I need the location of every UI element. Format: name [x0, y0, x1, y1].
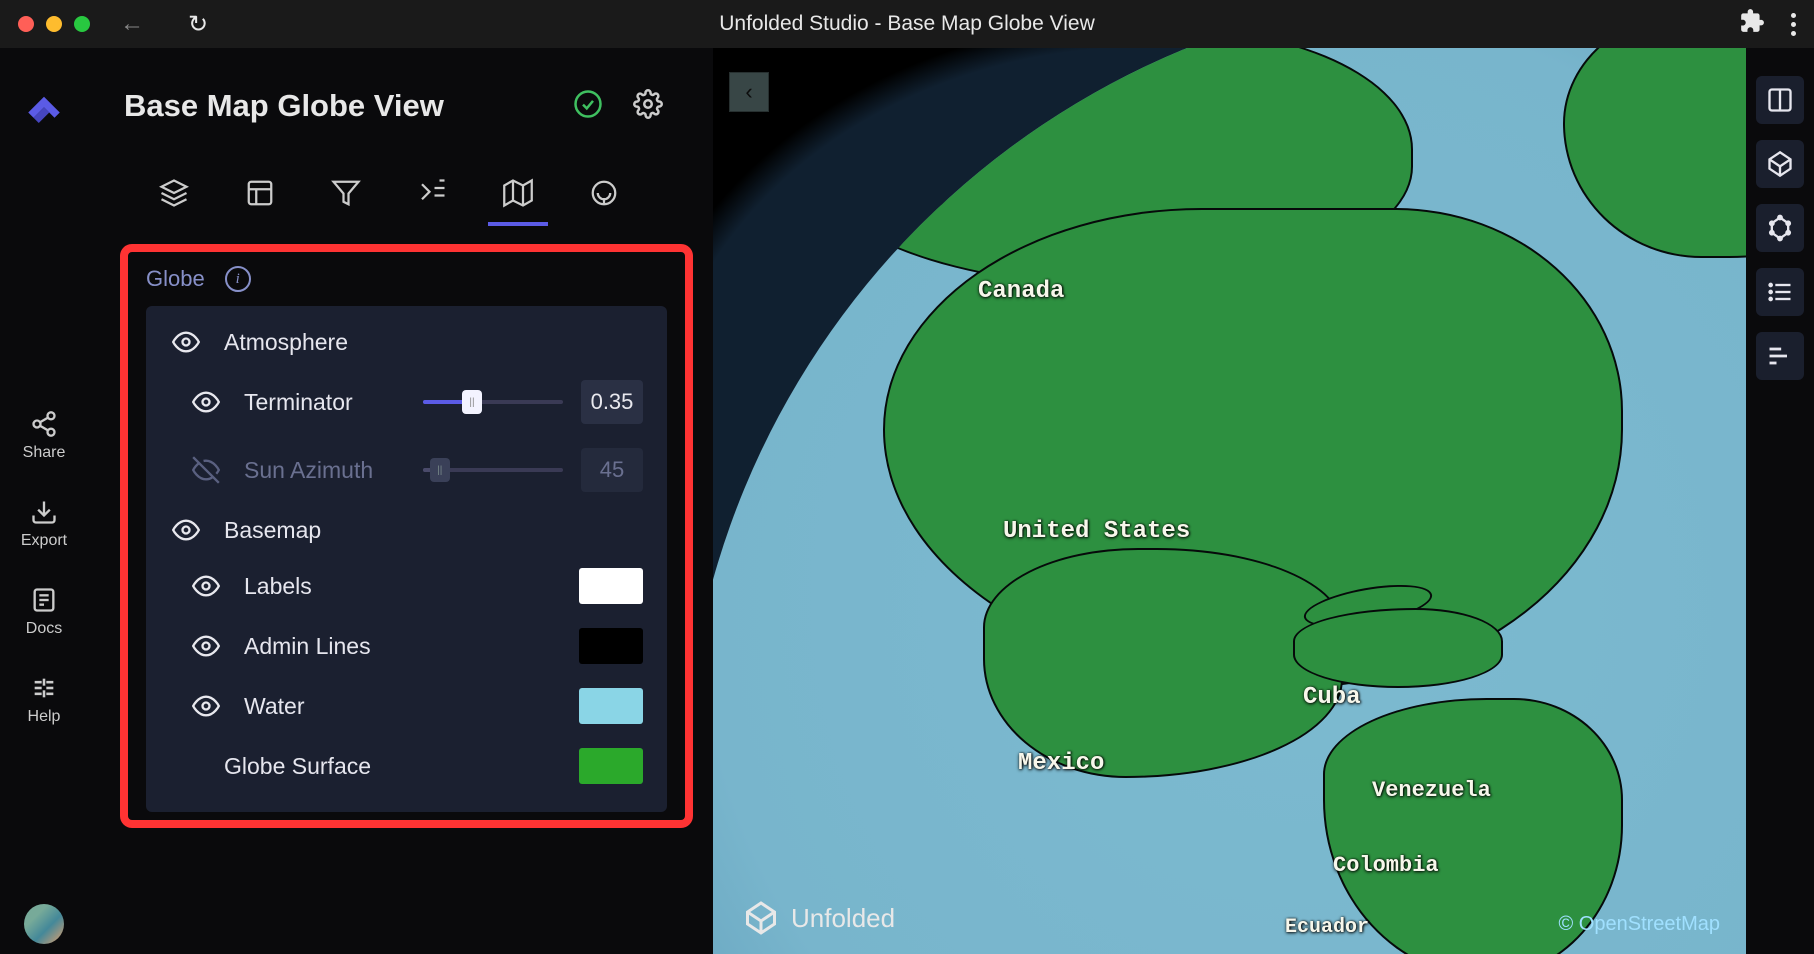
docs-label: Docs — [26, 620, 62, 638]
labels-visibility-toggle[interactable] — [190, 572, 222, 600]
app-body: Share Export Docs Help Base Map Globe Vi… — [0, 48, 1814, 954]
panel-title: Base Map Globe View — [124, 88, 444, 124]
toggle-3d-button[interactable] — [1756, 140, 1804, 188]
info-icon[interactable]: i — [225, 266, 251, 292]
docs-button[interactable]: Docs — [26, 586, 62, 638]
maximize-window-button[interactable] — [74, 16, 90, 32]
side-panel: Base Map Globe View — [88, 48, 713, 954]
status-ok-icon[interactable] — [573, 89, 603, 124]
basemap-visibility-toggle[interactable] — [170, 516, 202, 544]
terminator-label: Terminator — [244, 389, 353, 416]
map-label-canada: Canada — [978, 278, 1064, 305]
water-visibility-toggle[interactable] — [190, 692, 222, 720]
water-label: Water — [244, 693, 305, 720]
tab-columns[interactable] — [242, 172, 278, 214]
labels-color-swatch[interactable] — [579, 568, 643, 604]
reload-button[interactable]: ↻ — [188, 10, 208, 39]
globe-section-header: Globe i — [146, 266, 667, 292]
titlebar: ← ↻ Unfolded Studio - Base Map Globe Vie… — [0, 0, 1814, 48]
labels-row: Labels — [170, 568, 643, 604]
globe-config-card: Atmosphere Terminator || 0.35 — [146, 306, 667, 812]
globe-render — [713, 48, 1746, 954]
map-attribution[interactable]: © OpenStreetMap — [1559, 913, 1720, 936]
tab-filters[interactable] — [328, 172, 364, 214]
tool-tabs — [120, 172, 693, 214]
map-label-cuba: Cuba — [1303, 684, 1361, 711]
back-button[interactable]: ← — [120, 10, 144, 38]
map-viewport[interactable]: Canada United States Mexico Cuba Venezue… — [713, 48, 1746, 954]
sun-azimuth-row: Sun Azimuth || 45 — [170, 448, 643, 492]
water-color-swatch[interactable] — [579, 688, 643, 724]
map-label-ecuador: Ecuador — [1285, 916, 1369, 939]
admin-color-swatch[interactable] — [579, 628, 643, 664]
admin-lines-row: Admin Lines — [170, 628, 643, 664]
help-label: Help — [28, 708, 61, 726]
export-label: Export — [21, 532, 67, 550]
sun-azimuth-visibility-toggle[interactable] — [190, 456, 222, 484]
tab-geocode[interactable] — [586, 172, 622, 214]
terminator-value[interactable]: 0.35 — [581, 380, 643, 424]
right-rail — [1746, 48, 1814, 954]
share-button[interactable]: Share — [23, 410, 66, 462]
tab-layers[interactable] — [156, 172, 192, 214]
icon-rail: Share Export Docs Help — [0, 48, 88, 954]
map-label-us: United States — [1003, 518, 1190, 545]
collapse-panel-button[interactable]: ‹ — [729, 72, 769, 112]
terminator-visibility-toggle[interactable] — [190, 388, 222, 416]
window-title: Unfolded Studio - Base Map Globe View — [719, 12, 1095, 36]
toggle-chart-button[interactable] — [1756, 332, 1804, 380]
terminator-slider[interactable]: || — [423, 400, 563, 404]
window-controls — [18, 16, 90, 32]
docs-icon — [30, 586, 58, 614]
atmosphere-label: Atmosphere — [224, 329, 348, 356]
globe-config-highlight: Globe i Atmosphere Terminator — [120, 244, 693, 828]
panel-header: Base Map Globe View — [120, 88, 693, 124]
browser-nav: ← ↻ — [120, 10, 208, 39]
toggle-dual-map-button[interactable] — [1756, 76, 1804, 124]
close-window-button[interactable] — [18, 16, 34, 32]
globe-section-label: Globe — [146, 266, 205, 292]
sun-azimuth-slider[interactable]: || — [423, 468, 563, 472]
help-button[interactable]: Help — [28, 674, 61, 726]
toggle-legend-button[interactable] — [1756, 268, 1804, 316]
share-label: Share — [23, 444, 66, 462]
atmosphere-row: Atmosphere — [170, 328, 643, 356]
atmosphere-visibility-toggle[interactable] — [170, 328, 202, 356]
map-label-colombia: Colombia — [1333, 853, 1439, 878]
user-avatar[interactable] — [24, 904, 64, 944]
help-icon — [30, 674, 58, 702]
water-row: Water — [170, 688, 643, 724]
map-brand-label: Unfolded — [791, 903, 895, 934]
admin-lines-label: Admin Lines — [244, 633, 371, 660]
sun-azimuth-label: Sun Azimuth — [244, 457, 373, 484]
minimize-window-button[interactable] — [46, 16, 62, 32]
admin-visibility-toggle[interactable] — [190, 632, 222, 660]
surface-label: Globe Surface — [224, 753, 371, 780]
export-button[interactable]: Export — [21, 498, 67, 550]
map-label-mexico: Mexico — [1018, 750, 1104, 777]
sun-azimuth-value[interactable]: 45 — [581, 448, 643, 492]
map-brand: Unfolded — [743, 900, 895, 936]
tab-basemap[interactable] — [500, 172, 536, 214]
app-logo[interactable] — [23, 88, 65, 130]
tab-interactions[interactable] — [414, 172, 450, 214]
terminator-row: Terminator || 0.35 — [170, 380, 643, 424]
titlebar-right — [1739, 8, 1796, 40]
browser-menu-button[interactable] — [1791, 13, 1796, 36]
draw-on-map-button[interactable] — [1756, 204, 1804, 252]
export-icon — [30, 498, 58, 526]
basemap-row: Basemap — [170, 516, 643, 544]
settings-icon[interactable] — [633, 89, 663, 124]
extensions-icon[interactable] — [1739, 8, 1765, 40]
share-icon — [30, 410, 58, 438]
surface-row: Globe Surface — [170, 748, 643, 784]
map-label-venezuela: Venezuela — [1372, 778, 1491, 803]
basemap-label: Basemap — [224, 517, 321, 544]
surface-color-swatch[interactable] — [579, 748, 643, 784]
labels-label: Labels — [244, 573, 312, 600]
